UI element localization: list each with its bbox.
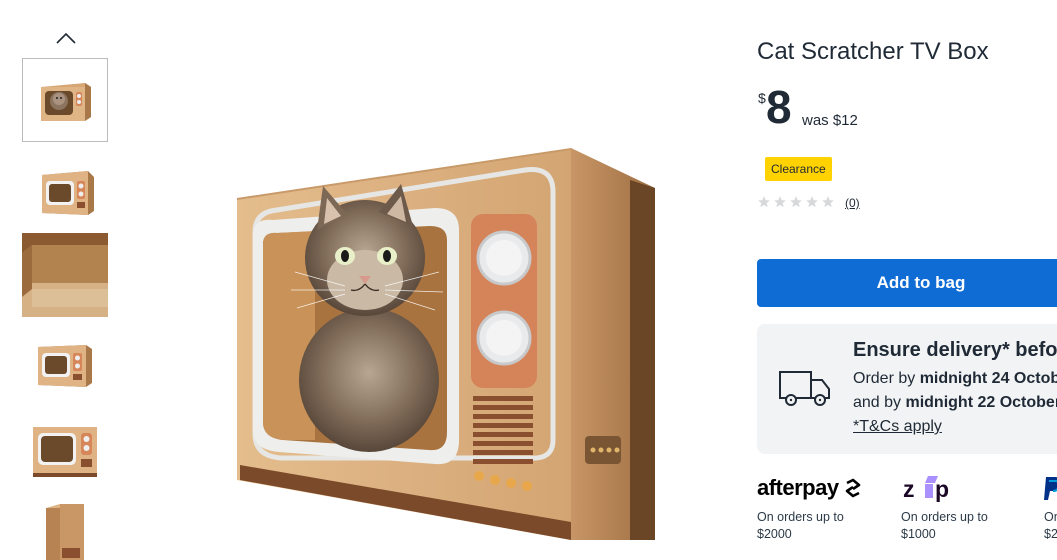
terms-link[interactable]: *T&Cs apply: [853, 418, 942, 436]
star-icon: [822, 196, 834, 208]
product-title: Cat Scratcher TV Box: [757, 38, 989, 65]
price-currency: $: [758, 90, 766, 106]
paypal-option[interactable]: On $2: [1044, 474, 1057, 543]
zip-option[interactable]: z p On orders up to $1000: [901, 474, 988, 543]
rating-stars[interactable]: [757, 195, 835, 209]
product-info-panel: Cat Scratcher TV Box $ 8 was $12 Clearan…: [757, 0, 1057, 560]
thumbnail-1[interactable]: [22, 58, 108, 142]
delivery-order-prefix: Order by: [853, 370, 920, 387]
clearance-badge: Clearance: [765, 157, 832, 181]
paypal-terms-line1: On: [1044, 510, 1057, 524]
afterpay-logo: afterpay: [757, 474, 865, 502]
star-icon: [806, 196, 818, 208]
thumbnail-4[interactable]: [22, 322, 108, 406]
delivery-and-deadline: midnight 22 October: [905, 394, 1057, 411]
chevron-up-icon[interactable]: [53, 28, 79, 48]
thumbnail-2[interactable]: [22, 148, 108, 232]
thumbnail-gallery: [22, 0, 108, 560]
svg-text:p: p: [935, 476, 949, 502]
star-icon: [774, 196, 786, 208]
delivery-truck-icon: [779, 371, 830, 406]
thumbnail-6[interactable]: [22, 496, 108, 560]
zip-terms-line2: $1000: [901, 527, 936, 541]
delivery-promise-card: Ensure delivery* before Order by midnigh…: [757, 324, 1057, 454]
delivery-order-deadline: midnight 24 October: [919, 370, 1057, 387]
afterpay-terms-line2: $2000: [757, 527, 792, 541]
afterpay-arrows-icon: [845, 478, 860, 498]
afterpay-wordmark: afterpay: [757, 475, 839, 500]
thumbnail-5[interactable]: [22, 408, 108, 492]
thumbnail-3[interactable]: [22, 233, 108, 317]
paypal-logo: [1044, 474, 1057, 502]
paypal-icon: [1044, 477, 1057, 500]
afterpay-terms-line1: On orders up to: [757, 510, 844, 524]
delivery-heading: Ensure delivery* before: [853, 339, 1057, 361]
zip-terms-line1: On orders up to: [901, 510, 988, 524]
afterpay-terms: On orders up to $2000: [757, 509, 865, 543]
paypal-terms: On $2: [1044, 509, 1057, 543]
product-main-image[interactable]: [225, 140, 670, 560]
svg-text:z: z: [903, 476, 915, 502]
zip-terms: On orders up to $1000: [901, 509, 988, 543]
zip-wordmark-icon: z p: [903, 476, 949, 502]
zip-logo: z p: [901, 474, 988, 502]
delivery-order-by: Order by midnight 24 October: [853, 370, 1057, 388]
afterpay-option[interactable]: afterpay On orders up to $2000: [757, 474, 865, 543]
star-icon: [758, 196, 770, 208]
star-icon: [790, 196, 802, 208]
price-was: was $12: [802, 112, 858, 129]
review-count-link[interactable]: (0): [845, 196, 860, 210]
delivery-and-prefix: and by: [853, 394, 906, 411]
price-current: 8: [766, 81, 792, 133]
add-to-bag-button[interactable]: Add to bag: [757, 259, 1057, 307]
paypal-terms-line2: $2: [1044, 527, 1057, 541]
delivery-and-by: and by midnight 22 October: [853, 394, 1057, 412]
